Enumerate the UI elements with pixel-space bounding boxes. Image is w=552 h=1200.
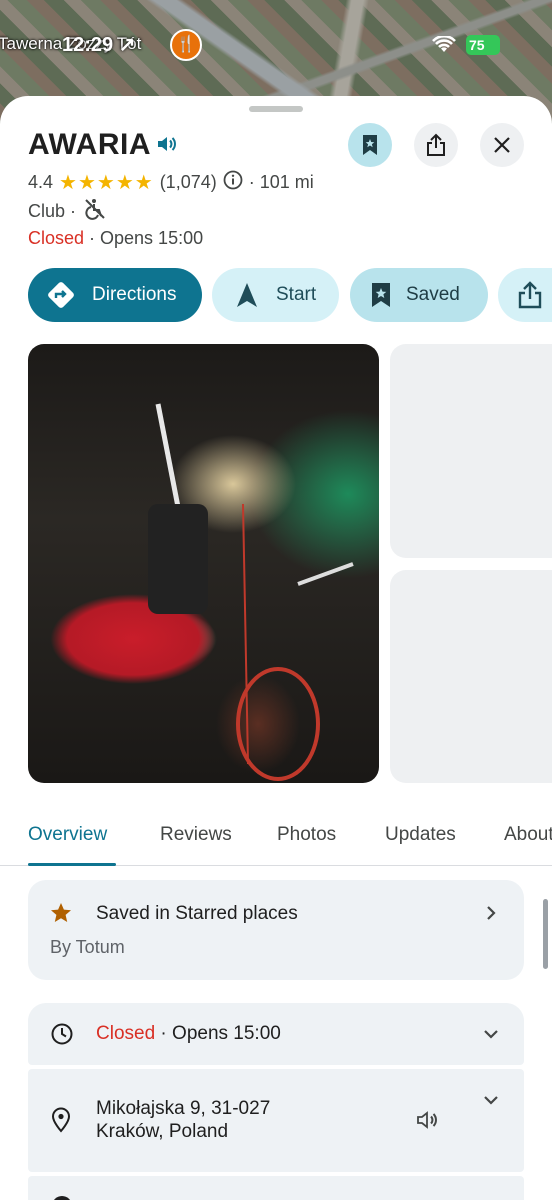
tab-updates[interactable]: Updates <box>385 824 456 846</box>
tab-reviews[interactable]: Reviews <box>160 824 232 846</box>
start-label: Start <box>276 284 317 305</box>
place-photo-main[interactable] <box>28 344 379 783</box>
saved-list-owner: By Totum <box>50 937 125 957</box>
restaurant-pin-icon[interactable]: 🍴 <box>170 29 202 61</box>
battery-indicator: 75 <box>466 35 500 55</box>
place-photo-3[interactable] <box>390 570 552 783</box>
active-tab-indicator <box>28 863 116 866</box>
share-icon <box>518 281 542 309</box>
rating-value: 4.4 <box>28 171 54 192</box>
tab-photos[interactable]: Photos <box>277 824 336 846</box>
category-label: Club · <box>28 200 77 221</box>
share-icon <box>427 133 445 156</box>
tab-bar: Overview Reviews Photos Updates About <box>0 804 552 866</box>
chevron-right-icon <box>484 904 498 927</box>
not-wheelchair-accessible-icon <box>84 198 106 225</box>
review-count[interactable]: (1,074) <box>160 172 217 193</box>
share-chip[interactable] <box>498 268 552 322</box>
tab-overview[interactable]: Overview <box>28 824 107 846</box>
bookmark-star-icon <box>372 283 390 307</box>
star-icon <box>50 902 72 929</box>
distance: · 101 mi <box>248 171 314 192</box>
closed-status: Closed <box>28 228 85 248</box>
directions-label: Directions <box>92 284 177 305</box>
address-line-1: Mikołajska 9, 31-027 <box>96 1098 271 1119</box>
chevron-down-icon <box>482 1093 500 1112</box>
saved-button[interactable]: Saved <box>350 268 488 322</box>
hours-closed-status: Closed <box>96 1023 156 1044</box>
place-photo-2[interactable] <box>390 344 552 558</box>
speaker-icon[interactable] <box>416 1109 440 1136</box>
info-card-partial[interactable] <box>28 1176 524 1200</box>
opens-time: · Opens 15:00 <box>84 228 204 248</box>
place-title: AWARIA <box>28 128 151 161</box>
hours-card[interactable]: Closed · Opens 15:00 <box>28 1003 524 1065</box>
directions-icon <box>48 282 74 308</box>
share-button[interactable] <box>414 123 458 167</box>
chevron-down-icon <box>482 1027 500 1046</box>
scrollbar[interactable] <box>543 899 548 969</box>
place-sheet: AWARIA 4.4 ★★★★★ (1,074) · 101 mi Club ·… <box>0 96 552 1200</box>
saved-label: Saved <box>406 284 460 305</box>
navigation-arrow-icon <box>237 283 257 307</box>
speaker-icon[interactable] <box>156 134 178 159</box>
location-pin-icon <box>50 1107 72 1138</box>
tab-about[interactable]: About <box>504 824 552 846</box>
directions-button[interactable]: Directions <box>28 268 202 322</box>
hours-text: Closed · Opens 15:00 <box>96 1023 281 1045</box>
clock-icon <box>50 1022 74 1051</box>
hours-summary[interactable]: Closed · Opens 15:00 <box>28 228 203 252</box>
band-photo <box>148 403 354 781</box>
status-time: 12:29 ↗ <box>62 34 136 56</box>
sheet-drag-handle[interactable] <box>249 106 303 112</box>
saved-list-title: Saved in Starred places <box>96 903 298 924</box>
globe-icon <box>52 1196 72 1200</box>
close-button[interactable] <box>480 123 524 167</box>
bookmark-button[interactable] <box>348 123 392 167</box>
saved-list-card[interactable]: Saved in Starred places By Totum <box>28 880 524 980</box>
category-row: Club · <box>28 198 106 225</box>
address-card[interactable]: Mikołajska 9, 31-027 Kraków, Poland <box>28 1069 524 1172</box>
bookmark-star-icon <box>363 135 377 155</box>
rating-row: 4.4 ★★★★★ (1,074) · 101 mi <box>28 170 314 194</box>
address-line-2: Kraków, Poland <box>96 1121 229 1142</box>
start-button[interactable]: Start <box>212 268 339 322</box>
hours-opens: · Opens 15:00 <box>155 1023 281 1044</box>
close-icon <box>494 137 510 153</box>
wifi-icon <box>432 34 456 59</box>
rating-stars[interactable]: ★★★★★ <box>59 170 154 195</box>
info-icon[interactable] <box>223 170 243 195</box>
